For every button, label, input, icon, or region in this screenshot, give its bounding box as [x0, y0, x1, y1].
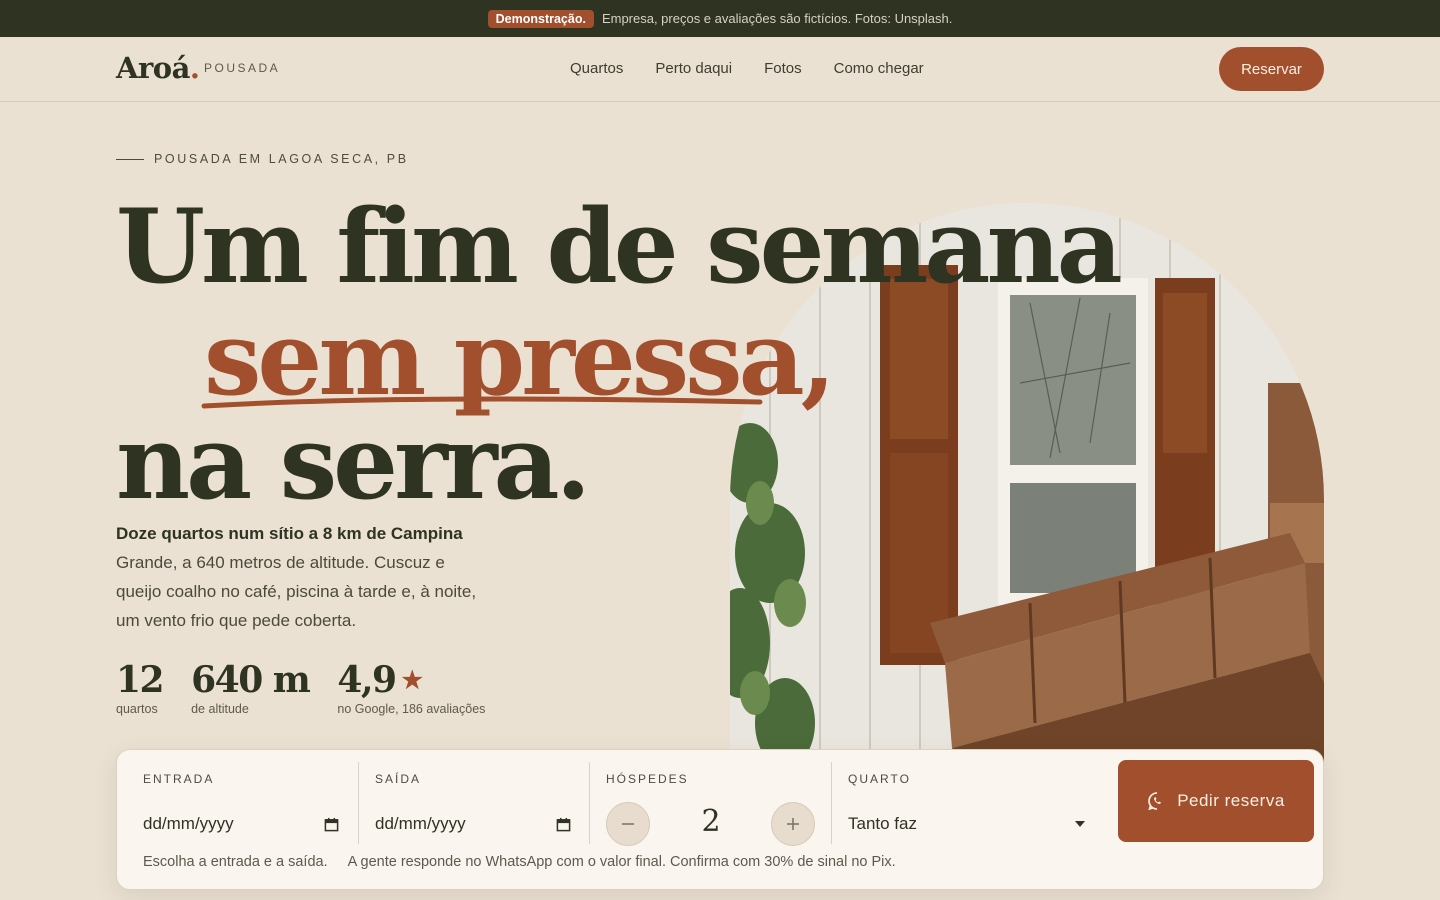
- hero-description: Doze quartos num sítio a 8 km de Campina…: [116, 519, 486, 635]
- room-selected-value: Tanto faz: [848, 814, 917, 833]
- checkout-field: SAÍDA dd/mm/yyyy: [375, 762, 575, 842]
- stats: 12 quartos 640 m de altitude 4,9 ★ no Go…: [116, 660, 485, 716]
- hero-body: Grande, a 640 metros de altitude. Cuscuz…: [116, 553, 477, 630]
- logo-text: Aroá: [116, 51, 190, 85]
- reserve-button[interactable]: Reservar: [1219, 47, 1324, 91]
- nav-link-perto-daqui[interactable]: Perto daqui: [655, 60, 732, 77]
- calendar-icon[interactable]: [556, 817, 571, 832]
- guests-field: HÓSPEDES 2: [606, 762, 816, 846]
- checkin-field: ENTRADA dd/mm/yyyy: [143, 762, 343, 842]
- eyebrow: POUSADA EM LAGOA SECA, PB: [116, 152, 409, 166]
- stat-rooms: 12 quartos: [116, 659, 165, 716]
- eyebrow-line: [116, 158, 144, 160]
- stat-rating: 4,9 ★ no Google, 186 avaliações: [337, 660, 485, 716]
- checkin-label: ENTRADA: [143, 772, 215, 786]
- demo-badge: Demonstração.: [487, 9, 594, 28]
- booking-info: A gente responde no WhatsApp com o valor…: [347, 854, 896, 870]
- calendar-icon[interactable]: [324, 817, 339, 832]
- field-divider: [358, 762, 359, 844]
- demo-banner: Demonstração. Empresa, preços e avaliaçõ…: [0, 0, 1440, 37]
- headline-line-3: na serra.: [116, 403, 591, 523]
- chevron-down-icon: [1075, 821, 1085, 827]
- stat-value: 12: [116, 659, 165, 701]
- room-select[interactable]: Tanto faz: [848, 804, 1086, 844]
- nav-link-quartos[interactable]: Quartos: [570, 60, 623, 77]
- whatsapp-icon: [1148, 792, 1162, 811]
- stat-value-row: 4,9 ★: [337, 660, 485, 700]
- request-booking-button[interactable]: Pedir reserva: [1118, 760, 1314, 842]
- checkin-value: dd/mm/yyyy: [143, 814, 234, 833]
- star-icon: ★: [401, 665, 424, 694]
- request-booking-label: Pedir reserva: [1177, 791, 1285, 810]
- booking-note: Escolha a entrada e a saída. A gente res…: [143, 854, 896, 870]
- demo-notice-text: Empresa, preços e avaliações são fictíci…: [601, 11, 953, 26]
- room-label: QUARTO: [848, 772, 911, 786]
- top-nav: Aroá. POUSADA Quartos Perto daqui Fotos …: [0, 37, 1440, 102]
- stat-value: 4,9: [337, 659, 397, 701]
- logo[interactable]: Aroá.: [116, 51, 200, 85]
- stat-label: de altitude: [191, 702, 249, 716]
- logo-dot: .: [189, 51, 200, 85]
- checkout-label: SAÍDA: [375, 772, 422, 786]
- checkin-date-input[interactable]: dd/mm/yyyy: [143, 804, 339, 844]
- guests-label: HÓSPEDES: [606, 772, 689, 786]
- field-divider: [589, 762, 590, 844]
- logo-subtitle: POUSADA: [204, 61, 281, 75]
- field-divider: [831, 762, 832, 844]
- checkout-value: dd/mm/yyyy: [375, 814, 466, 833]
- hero-lead: Doze quartos num sítio a 8 km de Campina: [116, 524, 463, 543]
- guests-count: 2: [701, 804, 721, 839]
- minus-icon: [622, 823, 634, 825]
- booking-form: ENTRADA dd/mm/yyyy SAÍDA dd/mm/yyyy HÓSP…: [116, 749, 1324, 890]
- nav-link-fotos[interactable]: Fotos: [764, 60, 802, 77]
- nav-link-como-chegar[interactable]: Como chegar: [834, 60, 924, 77]
- guests-decrement-button[interactable]: [606, 802, 650, 846]
- stat-value: 640 m: [191, 659, 311, 701]
- guests-increment-button[interactable]: [771, 802, 815, 846]
- plus-icon: [787, 818, 799, 830]
- eyebrow-text: POUSADA EM LAGOA SECA, PB: [154, 152, 409, 166]
- booking-hint: Escolha a entrada e a saída.: [143, 854, 328, 870]
- nav-links: Quartos Perto daqui Fotos Como chegar: [570, 60, 924, 77]
- checkout-date-input[interactable]: dd/mm/yyyy: [375, 804, 571, 844]
- stat-label: no Google, 186 avaliações: [337, 702, 486, 716]
- headline-line-1: Um fim de semana: [116, 187, 1123, 307]
- stat-label: quartos: [116, 702, 158, 716]
- room-field: QUARTO Tanto faz: [848, 762, 1088, 842]
- stat-altitude: 640 m de altitude: [191, 659, 311, 716]
